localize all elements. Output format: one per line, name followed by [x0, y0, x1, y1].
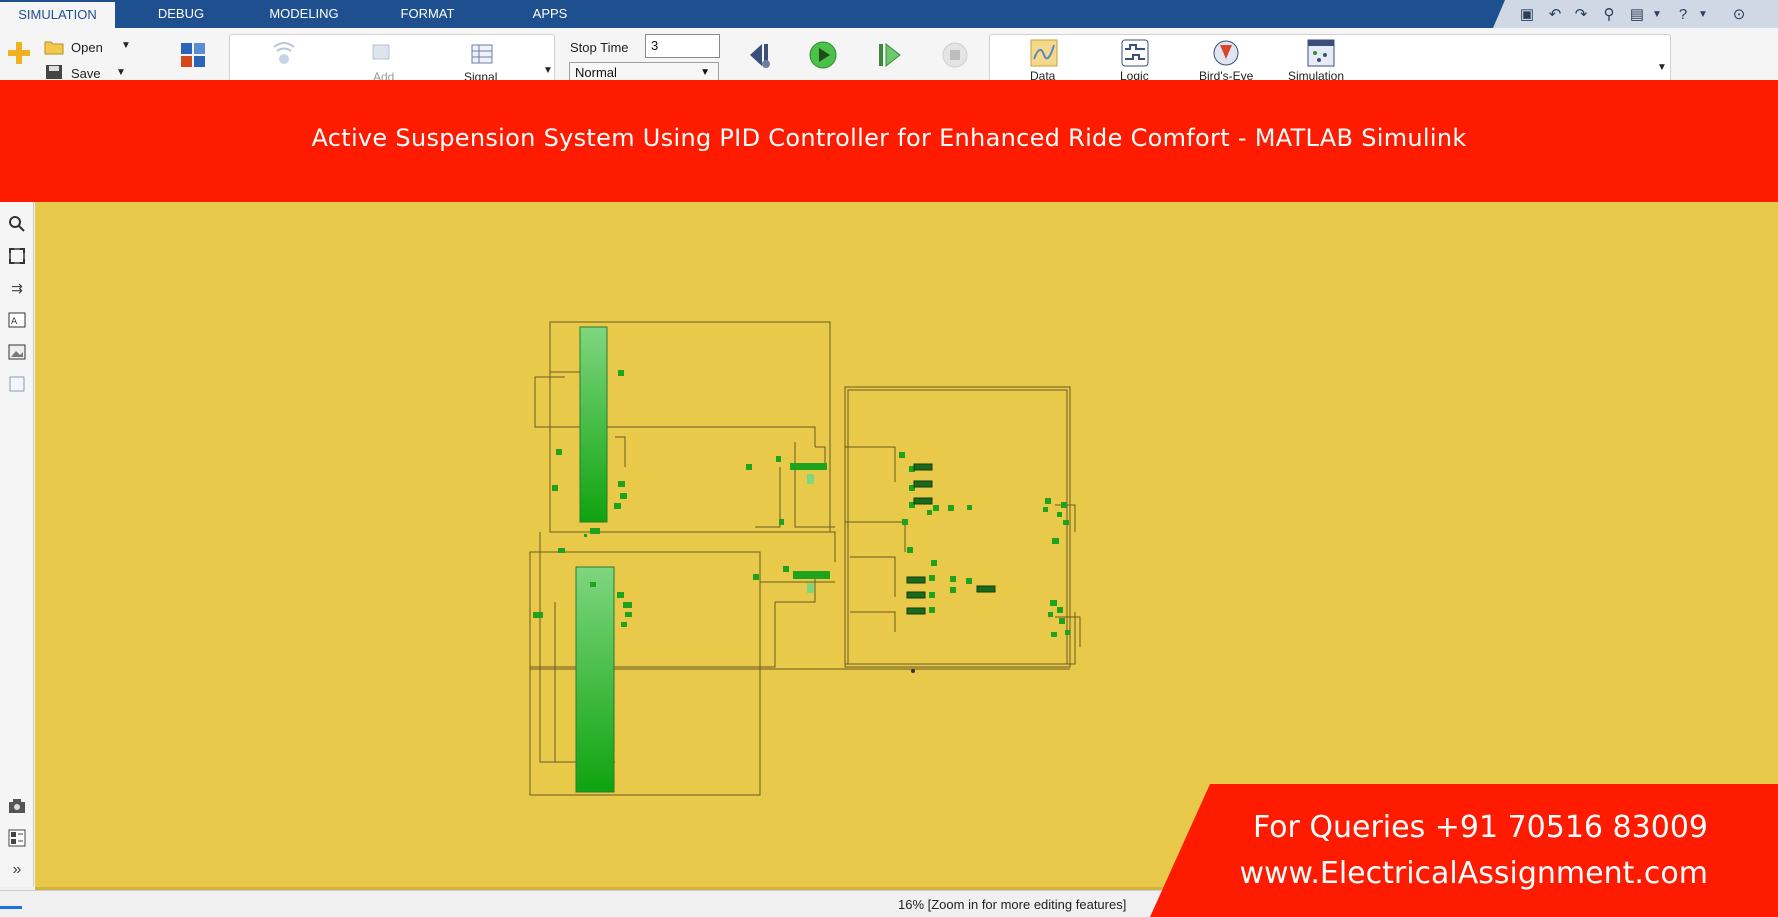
- tab-debug[interactable]: DEBUG: [140, 0, 222, 28]
- scope-block-1: [807, 474, 814, 484]
- tab-format[interactable]: FORMAT: [385, 0, 470, 28]
- simulation-mode-value: Normal: [575, 65, 617, 80]
- annotation-icon[interactable]: A: [6, 309, 28, 331]
- chevron-down-icon[interactable]: ▼: [1691, 2, 1715, 26]
- quick-access-toolbar: ▣ ↶ ↷ ⚲ ▤ ▼ ? ▼ ⊙: [1493, 0, 1778, 28]
- camera-icon[interactable]: [6, 795, 28, 817]
- image-icon[interactable]: [6, 341, 28, 363]
- stop-time-label: Stop Time: [570, 40, 629, 55]
- tab-simulation[interactable]: SIMULATION: [0, 0, 115, 28]
- chevron-down-icon[interactable]: ▼: [121, 40, 131, 51]
- scope-block-2: [807, 583, 814, 593]
- open-folder-icon[interactable]: [44, 38, 64, 56]
- open-label[interactable]: Open: [71, 40, 103, 55]
- undo-icon[interactable]: ↶: [1543, 2, 1567, 26]
- collapse-ribbon-icon[interactable]: ⊙: [1727, 2, 1751, 26]
- data-inspector-icon[interactable]: [1030, 39, 1058, 67]
- stop-time-input[interactable]: 3: [645, 34, 720, 58]
- save-icon[interactable]: [44, 63, 64, 81]
- step-back-icon[interactable]: [744, 40, 774, 70]
- upper-subsystem-block: [579, 326, 608, 523]
- save-label[interactable]: Save: [71, 66, 101, 81]
- progress-indicator: [0, 906, 22, 909]
- toolstrip: Open ▼ Save ▼ Add Signal ▼ Stop Time 3 N…: [0, 28, 1778, 84]
- prepare-section: Add Signal ▼: [229, 34, 555, 84]
- pid-controller-block-1: [790, 463, 827, 470]
- tab-modeling[interactable]: MODELING: [255, 0, 353, 28]
- chevron-down-icon[interactable]: ▼: [1657, 62, 1667, 73]
- stop-icon[interactable]: [940, 40, 970, 70]
- expand-icon[interactable]: »: [6, 859, 28, 881]
- arrows-icon[interactable]: ⇉: [6, 277, 28, 299]
- simulation-manager-icon[interactable]: [1307, 39, 1335, 67]
- banner-title: Active Suspension System Using PID Contr…: [311, 124, 1467, 152]
- zoom-status-text: 16% [Zoom in for more editing features]: [898, 897, 1127, 912]
- signal-table-icon[interactable]: [470, 43, 494, 65]
- tab-apps[interactable]: APPS: [520, 0, 580, 28]
- save-quick-icon[interactable]: ▣: [1515, 2, 1539, 26]
- add-viewer-icon[interactable]: [368, 41, 396, 67]
- contact-website: www.ElectricalAssignment.com: [1239, 856, 1708, 891]
- logic-analyzer-icon[interactable]: [1121, 39, 1149, 67]
- birds-eye-icon[interactable]: [1212, 39, 1240, 67]
- chevron-down-icon[interactable]: ▼: [1645, 2, 1669, 26]
- chevron-down-icon[interactable]: ▼: [116, 67, 126, 78]
- contact-card: For Queries +91 70516 83009 www.Electric…: [1150, 784, 1778, 917]
- pid-controller-block-2: [793, 571, 830, 579]
- lower-subsystem-block: [575, 566, 615, 793]
- run-icon[interactable]: [808, 40, 838, 70]
- contact-phone: For Queries +91 70516 83009: [1252, 810, 1708, 845]
- zoom-icon[interactable]: [6, 213, 28, 235]
- review-results-section: Data Logic Bird's-Eye Simulation: [989, 34, 1671, 83]
- ribbon-tabstrip: SIMULATION DEBUG MODELING FORMAT APPS ▣ …: [0, 0, 1778, 28]
- chevron-down-icon[interactable]: ▼: [543, 65, 553, 76]
- redo-icon[interactable]: ↷: [1569, 2, 1593, 26]
- new-model-icon[interactable]: [6, 40, 32, 66]
- area-icon[interactable]: [6, 373, 28, 395]
- search-icon[interactable]: ⚲: [1597, 2, 1621, 26]
- block-diagram-palette: ⇉ A »: [0, 202, 34, 887]
- step-forward-icon[interactable]: [874, 40, 904, 70]
- simulink-window: SIMULATION DEBUG MODELING FORMAT APPS ▣ …: [0, 0, 1778, 917]
- library-browser-icon[interactable]: [180, 42, 206, 68]
- model-browser-icon[interactable]: [6, 827, 28, 849]
- fit-view-icon[interactable]: [6, 245, 28, 267]
- log-signals-icon[interactable]: [270, 41, 298, 67]
- svg-text:A: A: [11, 317, 18, 327]
